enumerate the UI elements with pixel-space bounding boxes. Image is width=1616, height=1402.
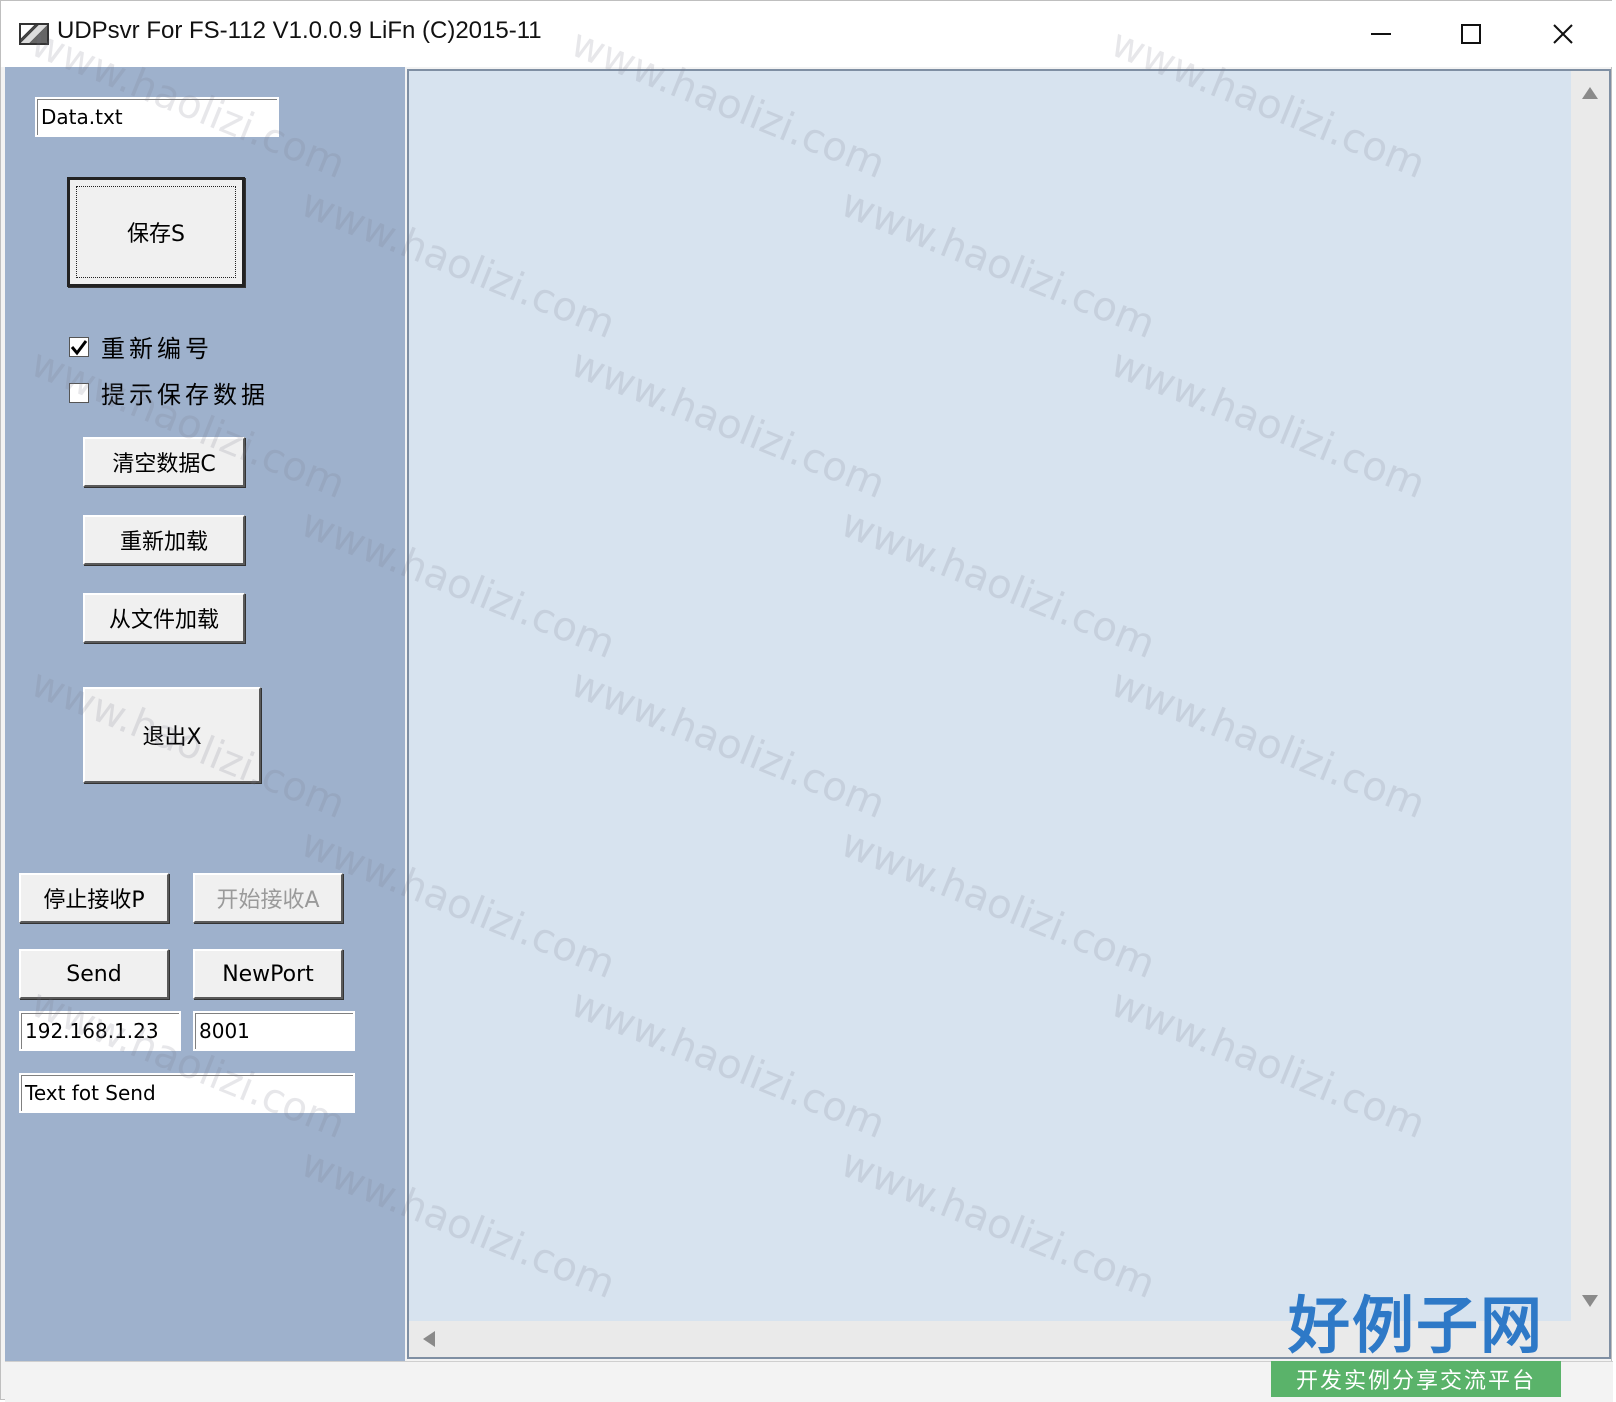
ip-address-input[interactable]: 192.168.1.23: [19, 1011, 181, 1051]
control-panel: Data.txt 保存S 重新编号 提示保存数据 清空数据C 重新加载 从文件加…: [5, 67, 405, 1361]
prompt-save-label: 提示保存数据: [101, 381, 269, 409]
app-icon[interactable]: [19, 23, 49, 45]
prompt-save-checkbox[interactable]: 提示保存数据: [69, 375, 269, 410]
save-button-label: 保存S: [127, 222, 185, 247]
renumber-label: 重新编号: [101, 335, 213, 363]
prompt-save-box[interactable]: [69, 382, 89, 403]
scroll-down-icon[interactable]: [1571, 1287, 1609, 1317]
brand-subtitle: 开发实例分享交流平台: [1271, 1361, 1561, 1397]
maximize-button[interactable]: [1431, 11, 1511, 57]
window-title: UDPsvr For FS-112 V1.0.0.9 LiFn (C)2015-…: [57, 17, 542, 44]
maximize-icon: [1461, 24, 1481, 44]
received-data-list[interactable]: [407, 69, 1611, 1359]
load-from-file-label: 从文件加载: [108, 608, 219, 633]
exit-button[interactable]: 退出X: [83, 687, 261, 783]
vertical-scrollbar[interactable]: [1571, 71, 1609, 1323]
app-window: UDPsvr For FS-112 V1.0.0.9 LiFn (C)2015-…: [0, 0, 1613, 1402]
exit-label: 退出X: [142, 725, 202, 750]
stop-receive-label: 停止接收P: [43, 888, 145, 913]
newport-label: NewPort: [222, 961, 314, 987]
stop-receive-button[interactable]: 停止接收P: [19, 873, 169, 923]
send-label: Send: [66, 961, 122, 987]
filename-input[interactable]: Data.txt: [35, 97, 279, 137]
start-receive-button[interactable]: 开始接收A: [193, 873, 343, 923]
reload-button[interactable]: 重新加载: [83, 515, 245, 565]
newport-button[interactable]: NewPort: [193, 949, 343, 999]
minimize-button[interactable]: [1341, 11, 1421, 57]
title-bar[interactable]: UDPsvr For FS-112 V1.0.0.9 LiFn (C)2015-…: [1, 1, 1613, 67]
save-button[interactable]: 保存S: [67, 177, 245, 287]
load-from-file-button[interactable]: 从文件加载: [83, 593, 245, 643]
scroll-up-icon[interactable]: [1571, 77, 1609, 107]
minimize-icon: [1371, 33, 1391, 35]
clear-data-label: 清空数据C: [112, 452, 216, 477]
brand-watermark: 好例子网 开发实例分享交流平台: [1271, 1291, 1561, 1397]
start-receive-label: 开始接收A: [216, 888, 320, 913]
brand-title: 好例子网: [1287, 1289, 1544, 1362]
send-text-input[interactable]: Text fot Send: [19, 1073, 355, 1113]
renumber-checkbox[interactable]: 重新编号: [69, 329, 213, 364]
port-input[interactable]: 8001: [193, 1011, 355, 1051]
check-icon: [70, 339, 88, 355]
scroll-left-icon[interactable]: [413, 1321, 443, 1357]
renumber-box[interactable]: [69, 336, 89, 357]
clear-data-button[interactable]: 清空数据C: [83, 437, 245, 487]
close-button[interactable]: [1523, 11, 1603, 57]
send-button[interactable]: Send: [19, 949, 169, 999]
close-icon: [1553, 24, 1573, 44]
scrollbar-corner: [1571, 1321, 1609, 1357]
reload-label: 重新加载: [119, 530, 208, 555]
